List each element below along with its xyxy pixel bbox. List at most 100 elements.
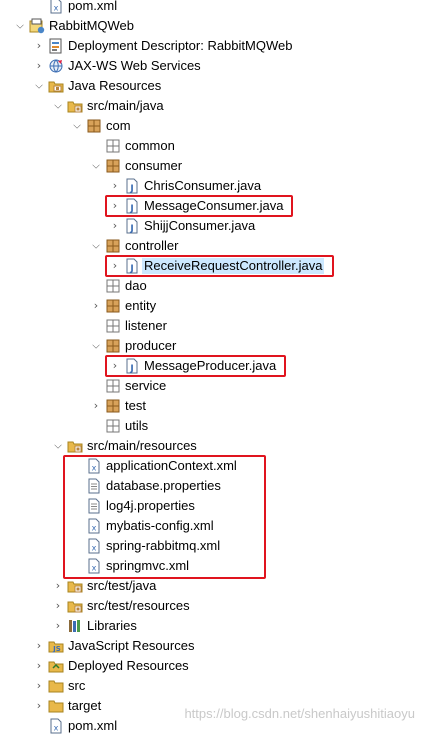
svg-text:J: J: [129, 184, 133, 194]
tree-row[interactable]: ⌵ Java Resources: [0, 76, 423, 96]
tree-item-label: ShijjConsumer.java: [144, 218, 256, 233]
package-icon: [86, 118, 102, 134]
tree-item-label: Java Resources: [68, 78, 162, 93]
red-box-resources-group: [63, 455, 266, 579]
chevron-right-icon[interactable]: ›: [34, 40, 44, 51]
tree-item-label: JAX-WS Web Services: [68, 58, 201, 73]
tree-item-label: com: [106, 118, 131, 133]
tree-item-label: dao: [125, 278, 147, 293]
tree-row[interactable]: ⌵ controller: [0, 236, 423, 256]
chevron-right-icon[interactable]: ›: [110, 180, 120, 191]
svg-text:x: x: [54, 724, 59, 733]
chevron-right-icon[interactable]: ›: [53, 580, 63, 591]
javascript-resources-icon: JS: [48, 638, 64, 654]
svg-text:x: x: [54, 4, 59, 13]
tree-row[interactable]: › entity: [0, 296, 423, 316]
package-icon: [105, 298, 121, 314]
tree-item-label: pom.xml: [68, 0, 118, 13]
tree-item-label: ChrisConsumer.java: [144, 178, 262, 193]
chevron-down-icon[interactable]: ⌵: [35, 81, 44, 91]
deployment-descriptor-icon: [48, 38, 64, 54]
tree-row[interactable]: › src: [0, 676, 423, 696]
libraries-icon: [67, 618, 83, 634]
tree-item-label: producer: [125, 338, 177, 353]
watermark-text: https://blog.csdn.net/shenhaiyushitiaoyu: [184, 706, 415, 721]
xml-file-icon: x: [48, 718, 64, 734]
tree-row[interactable]: › test: [0, 396, 423, 416]
tree-item-label: consumer: [125, 158, 183, 173]
tree-item-label: common: [125, 138, 175, 153]
chevron-down-icon[interactable]: ⌵: [92, 241, 101, 251]
tree-row[interactable]: ⌵ consumer: [0, 156, 423, 176]
tree-row[interactable]: listener: [0, 316, 423, 336]
source-folder-icon: [67, 598, 83, 614]
tree-item-label: src/test/java: [87, 578, 157, 593]
red-box-message-producer: [105, 355, 286, 377]
chevron-right-icon[interactable]: ›: [110, 220, 120, 231]
tree-item-label: utils: [125, 418, 149, 433]
tree-item-label: src: [68, 678, 86, 693]
tree-item-label: src/main/resources: [87, 438, 197, 453]
tree-row[interactable]: ⌵ src/main/resources: [0, 436, 423, 456]
tree-item-label: Deployed Resources: [68, 658, 189, 673]
tree-item-label: src/main/java: [87, 98, 164, 113]
chevron-right-icon[interactable]: ›: [91, 400, 101, 411]
project-explorer-tree: x pom.xml ⌵ RabbitMQWeb › Deployment Descript…: [0, 0, 423, 735]
chevron-right-icon[interactable]: ›: [53, 620, 63, 631]
tree-row[interactable]: ⌵ producer: [0, 336, 423, 356]
java-resources-icon: [48, 78, 64, 94]
tree-row[interactable]: › J ChrisConsumer.java: [0, 176, 423, 196]
chevron-right-icon[interactable]: ›: [34, 640, 44, 651]
tree-row[interactable]: › Deployment Descriptor: RabbitMQWeb: [0, 36, 423, 56]
chevron-right-icon[interactable]: ›: [34, 60, 44, 71]
chevron-down-icon[interactable]: ⌵: [92, 161, 101, 171]
xml-file-icon: x: [48, 0, 64, 14]
tree-row[interactable]: common: [0, 136, 423, 156]
chevron-right-icon[interactable]: ›: [34, 660, 44, 671]
tree-item-label: JavaScript Resources: [68, 638, 195, 653]
chevron-down-icon[interactable]: ⌵: [92, 341, 101, 351]
svg-text:J: J: [129, 224, 133, 234]
empty-package-icon: [105, 378, 121, 394]
tree-item-label: service: [125, 378, 167, 393]
red-box-receive-request-controller: [105, 255, 334, 277]
chevron-down-icon[interactable]: ⌵: [73, 121, 82, 131]
empty-package-icon: [105, 418, 121, 434]
tree-row[interactable]: dao: [0, 276, 423, 296]
tree-row[interactable]: › J ShijjConsumer.java: [0, 216, 423, 236]
package-icon: [105, 158, 121, 174]
tree-row[interactable]: ⌵ RabbitMQWeb: [0, 16, 423, 36]
chevron-down-icon[interactable]: ⌵: [54, 441, 63, 451]
tree-item-label: target: [68, 698, 102, 713]
tree-row[interactable]: › src/test/resources: [0, 596, 423, 616]
folder-icon: [48, 678, 64, 694]
java-file-icon: J: [124, 218, 140, 234]
package-icon: [105, 338, 121, 354]
chevron-down-icon[interactable]: ⌵: [54, 101, 63, 111]
tree-row[interactable]: utils: [0, 416, 423, 436]
tree-item-label: controller: [125, 238, 179, 253]
package-icon: [105, 398, 121, 414]
chevron-right-icon[interactable]: ›: [53, 600, 63, 611]
tree-item-label: Deployment Descriptor: RabbitMQWeb: [68, 38, 293, 53]
tree-row[interactable]: › Deployed Resources: [0, 656, 423, 676]
web-services-icon: [48, 58, 64, 74]
package-icon: [105, 238, 121, 254]
chevron-right-icon[interactable]: ›: [91, 300, 101, 311]
chevron-right-icon[interactable]: ›: [34, 680, 44, 691]
tree-row[interactable]: ⌵ com: [0, 116, 423, 136]
tree-row[interactable]: ⌵ src/main/java: [0, 96, 423, 116]
tree-item-label: src/test/resources: [87, 598, 190, 613]
tree-row[interactable]: x pom.xml: [0, 0, 423, 16]
tree-row[interactable]: › src/test/java: [0, 576, 423, 596]
tree-row[interactable]: › Libraries: [0, 616, 423, 636]
empty-package-icon: [105, 278, 121, 294]
chevron-right-icon[interactable]: ›: [34, 700, 44, 711]
tree-row[interactable]: service: [0, 376, 423, 396]
tree-row[interactable]: › JS JavaScript Resources: [0, 636, 423, 656]
tree-item-label: test: [125, 398, 146, 413]
chevron-down-icon[interactable]: ⌵: [16, 21, 25, 31]
source-folder-icon: [67, 438, 83, 454]
tree-row[interactable]: › JAX-WS Web Services: [0, 56, 423, 76]
tree-item-label: listener: [125, 318, 167, 333]
